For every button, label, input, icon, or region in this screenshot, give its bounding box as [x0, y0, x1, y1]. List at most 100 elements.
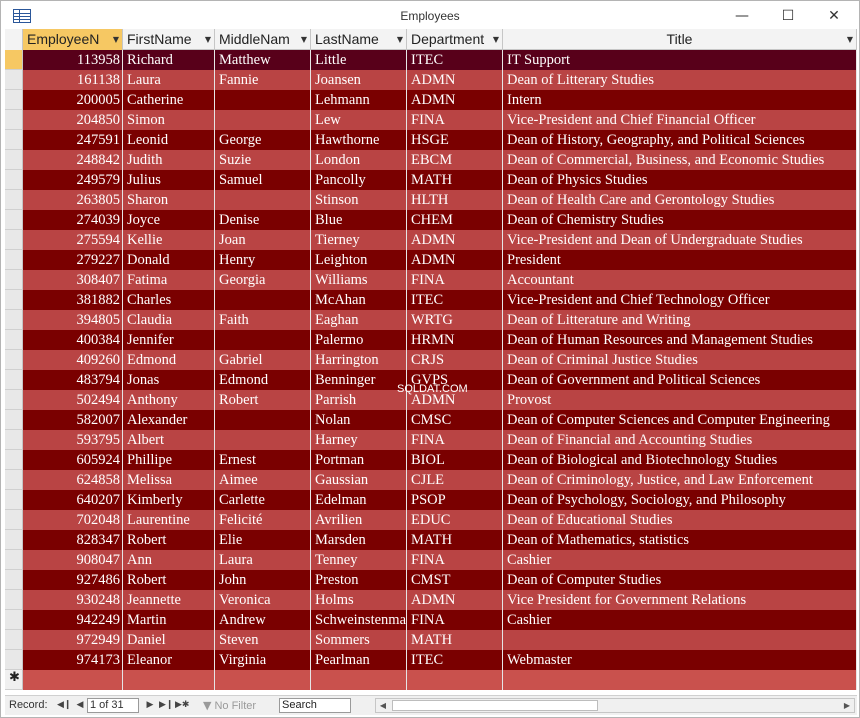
cell-last-name[interactable]: Marsden — [311, 530, 407, 550]
record-selector[interactable] — [5, 370, 23, 390]
cell-title[interactable] — [503, 630, 857, 650]
cell-title[interactable]: IT Support — [503, 50, 857, 70]
cell-department[interactable]: HLTH — [407, 190, 503, 210]
table-row[interactable]: 248842 Judith Suzie London EBCM Dean of Comme… — [5, 150, 857, 170]
cell-first-name[interactable]: Richard — [123, 50, 215, 70]
cell-employee-number[interactable]: 942249 — [23, 610, 123, 630]
cell-title[interactable]: Vice-President and Chief Financial Offic… — [503, 110, 857, 130]
cell-last-name[interactable]: Lew — [311, 110, 407, 130]
cell-first-name[interactable]: Alexander — [123, 410, 215, 430]
record-selector[interactable] — [5, 530, 23, 550]
table-row[interactable]: 605924 Phillipe Ernest Portman BIOL Dean of B… — [5, 450, 857, 470]
sort-dropdown-icon[interactable]: ▼ — [113, 29, 119, 50]
cell-first-name[interactable]: Joyce — [123, 210, 215, 230]
cell-title[interactable]: Dean of Computer Studies — [503, 570, 857, 590]
cell-middle-name[interactable]: Denise — [215, 210, 311, 230]
cell-last-name[interactable]: Tenney — [311, 550, 407, 570]
cell-employee-number[interactable]: 927486 — [23, 570, 123, 590]
record-selector[interactable] — [5, 390, 23, 410]
cell-middle-name[interactable]: Laura — [215, 550, 311, 570]
record-selector[interactable] — [5, 630, 23, 650]
record-selector[interactable] — [5, 270, 23, 290]
cell-title[interactable]: Dean of Health Care and Gerontology Stud… — [503, 190, 857, 210]
no-filter-button[interactable]: ▼ No Filter — [203, 698, 256, 713]
cell-last-name[interactable]: McAhan — [311, 290, 407, 310]
cell-department[interactable]: BIOL — [407, 450, 503, 470]
previous-record-icon[interactable]: ◀ — [73, 698, 87, 713]
cell-first-name[interactable]: Jennifer — [123, 330, 215, 350]
column-header-middle-name[interactable]: MiddleNam ▼ — [215, 29, 311, 50]
cell-employee-number[interactable]: 930248 — [23, 590, 123, 610]
cell-middle-name[interactable]: Henry — [215, 250, 311, 270]
sort-dropdown-icon[interactable]: ▼ — [847, 29, 853, 50]
cell-department[interactable]: MATH — [407, 530, 503, 550]
close-button[interactable]: ✕ — [811, 1, 857, 31]
cell-title[interactable]: Dean of Computer Sciences and Computer E… — [503, 410, 857, 430]
cell-employee-number[interactable]: 605924 — [23, 450, 123, 470]
cell-last-name[interactable]: Sommers — [311, 630, 407, 650]
cell-middle-name[interactable]: Aimee — [215, 470, 311, 490]
cell-middle-name[interactable] — [215, 410, 311, 430]
new-record-selector[interactable]: ✱ — [5, 670, 23, 690]
cell-employee-number[interactable]: 400384 — [23, 330, 123, 350]
cell-last-name[interactable]: Palermo — [311, 330, 407, 350]
cell-employee-number[interactable]: 200005 — [23, 90, 123, 110]
cell-department[interactable]: ITEC — [407, 50, 503, 70]
cell-title[interactable]: Webmaster — [503, 650, 857, 670]
record-selector[interactable] — [5, 650, 23, 670]
cell-employee-number[interactable]: 828347 — [23, 530, 123, 550]
record-selector[interactable] — [5, 250, 23, 270]
cell-first-name[interactable]: Eleanor — [123, 650, 215, 670]
table-row[interactable]: 249579 Julius Samuel Pancolly MATH Dean of Ph… — [5, 170, 857, 190]
record-selector[interactable] — [5, 170, 23, 190]
cell-first-name[interactable]: Daniel — [123, 630, 215, 650]
cell-first-name[interactable]: Julius — [123, 170, 215, 190]
new-record-icon[interactable]: ▶✱ — [175, 698, 189, 713]
last-record-icon[interactable]: ▶❙ — [159, 698, 173, 713]
table-row[interactable]: 624858 Melissa Aimee Gaussian CJLE Dean of Cr… — [5, 470, 857, 490]
cell-first-name[interactable]: Martin — [123, 610, 215, 630]
new-cell-title[interactable] — [503, 670, 857, 690]
cell-last-name[interactable]: Benninger — [311, 370, 407, 390]
cell-first-name[interactable]: Simon — [123, 110, 215, 130]
cell-middle-name[interactable]: Faith — [215, 310, 311, 330]
cell-last-name[interactable]: London — [311, 150, 407, 170]
cell-employee-number[interactable]: 624858 — [23, 470, 123, 490]
cell-title[interactable]: Cashier — [503, 550, 857, 570]
new-cell-first-name[interactable] — [123, 670, 215, 690]
cell-middle-name[interactable]: Georgia — [215, 270, 311, 290]
cell-middle-name[interactable] — [215, 90, 311, 110]
record-selector[interactable] — [5, 610, 23, 630]
minimize-button[interactable]: — — [719, 1, 765, 31]
record-selector[interactable] — [5, 70, 23, 90]
first-record-icon[interactable]: ◀❙ — [57, 698, 71, 713]
record-selector[interactable] — [5, 130, 23, 150]
select-all-corner[interactable] — [5, 29, 23, 50]
cell-department[interactable]: EDUC — [407, 510, 503, 530]
cell-department[interactable]: ADMN — [407, 250, 503, 270]
cell-title[interactable]: Dean of Biological and Biotechnology Stu… — [503, 450, 857, 470]
cell-middle-name[interactable]: Steven — [215, 630, 311, 650]
table-row[interactable]: 908047 Ann Laura Tenney FINA Cashier — [5, 550, 857, 570]
cell-middle-name[interactable]: Ernest — [215, 450, 311, 470]
cell-middle-name[interactable]: George — [215, 130, 311, 150]
cell-employee-number[interactable]: 974173 — [23, 650, 123, 670]
table-row[interactable]: 247591 Leonid George Hawthorne HSGE Dean of H… — [5, 130, 857, 150]
cell-department[interactable]: ADMN — [407, 90, 503, 110]
maximize-button[interactable]: ☐ — [765, 1, 811, 31]
record-selector[interactable] — [5, 490, 23, 510]
cell-department[interactable]: CHEM — [407, 210, 503, 230]
cell-title[interactable]: Vice-President and Chief Technology Offi… — [503, 290, 857, 310]
table-row[interactable]: 828347 Robert Elie Marsden MATH Dean of Mathe… — [5, 530, 857, 550]
record-selector[interactable] — [5, 190, 23, 210]
next-record-icon[interactable]: ▶ — [143, 698, 157, 713]
cell-last-name[interactable]: Blue — [311, 210, 407, 230]
record-selector[interactable] — [5, 430, 23, 450]
cell-department[interactable]: HRMN — [407, 330, 503, 350]
cell-middle-name[interactable]: Felicité — [215, 510, 311, 530]
record-selector[interactable] — [5, 50, 23, 70]
cell-middle-name[interactable] — [215, 290, 311, 310]
record-selector[interactable] — [5, 590, 23, 610]
horizontal-scrollbar[interactable]: ◀ ▶ — [375, 698, 855, 713]
cell-title[interactable]: Dean of Human Resources and Management S… — [503, 330, 857, 350]
